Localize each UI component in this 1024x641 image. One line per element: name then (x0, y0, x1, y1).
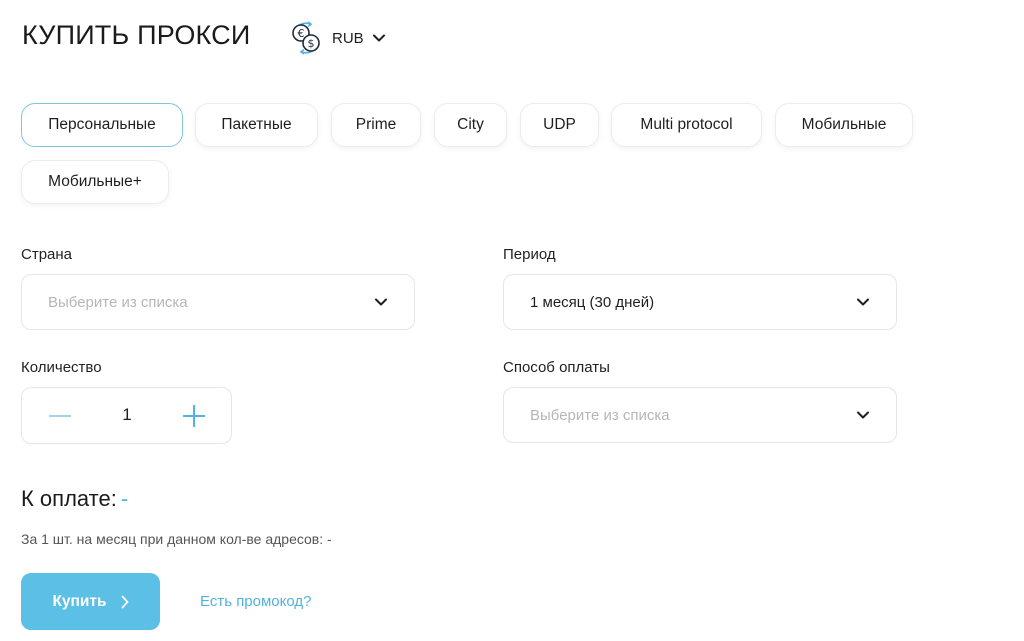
tab-label: Multi protocol (640, 116, 733, 133)
chevron-right-icon (121, 595, 128, 608)
per-unit-price: За 1 шт. на месяц при данном кол-ве адре… (21, 531, 332, 547)
currency-exchange-icon: € $ (292, 21, 320, 55)
quantity-value[interactable]: 1 (112, 405, 142, 425)
tab-multi-protocol[interactable]: Multi protocol (611, 103, 762, 147)
total-value: - (120, 486, 129, 511)
quantity-stepper: 1 (21, 387, 232, 444)
svg-text:$: $ (308, 37, 315, 50)
page-title: КУПИТЬ ПРОКСИ (22, 20, 251, 50)
payment-label: Способ оплаты (503, 359, 610, 376)
tab-label: Пакетные (221, 116, 292, 133)
tab-label: Мобильные+ (48, 173, 142, 190)
period-select[interactable]: 1 месяц (30 дней) (503, 274, 897, 330)
chevron-down-icon (857, 298, 869, 306)
tab-label: Мобильные (801, 116, 887, 133)
buy-button-label: Купить (52, 592, 107, 610)
svg-text:€: € (298, 27, 305, 40)
tab-package[interactable]: Пакетные (195, 103, 318, 147)
tab-city[interactable]: City (434, 103, 507, 147)
tab-udp[interactable]: UDP (520, 103, 599, 147)
chevron-down-icon (857, 411, 869, 419)
period-label: Период (503, 246, 556, 263)
tab-mobile[interactable]: Мобильные (775, 103, 913, 147)
tab-label: City (457, 116, 484, 133)
minus-icon[interactable] (46, 402, 74, 430)
period-value: 1 месяц (30 дней) (530, 293, 655, 311)
country-label: Страна (21, 246, 73, 263)
tab-mobile-plus[interactable]: Мобильные+ (21, 160, 169, 204)
total-label: К оплате: (21, 486, 117, 511)
buy-proxy-page: КУПИТЬ ПРОКСИ € $ RUB Персональные Пакет… (0, 0, 1024, 641)
quantity-label: Количество (21, 359, 102, 376)
currency-label: RUB (332, 29, 364, 47)
promo-code-link[interactable]: Есть промокод? (200, 593, 312, 610)
chevron-down-icon (375, 298, 387, 306)
country-select[interactable]: Выберите из списка (21, 274, 415, 330)
buy-button[interactable]: Купить (21, 573, 160, 630)
tab-label: UDP (543, 116, 576, 133)
chevron-down-icon (372, 34, 385, 42)
payment-placeholder: Выберите из списка (530, 406, 670, 424)
payment-select[interactable]: Выберите из списка (503, 387, 897, 443)
country-placeholder: Выберите из списка (48, 293, 188, 311)
tab-prime[interactable]: Prime (331, 103, 421, 147)
total-amount: К оплате: - (21, 486, 128, 512)
tab-label: Prime (355, 116, 397, 133)
tab-personal[interactable]: Персональные (21, 103, 183, 147)
plus-icon[interactable] (180, 402, 208, 430)
currency-selector[interactable]: € $ RUB (288, 20, 386, 56)
tab-label: Персональные (48, 116, 156, 133)
